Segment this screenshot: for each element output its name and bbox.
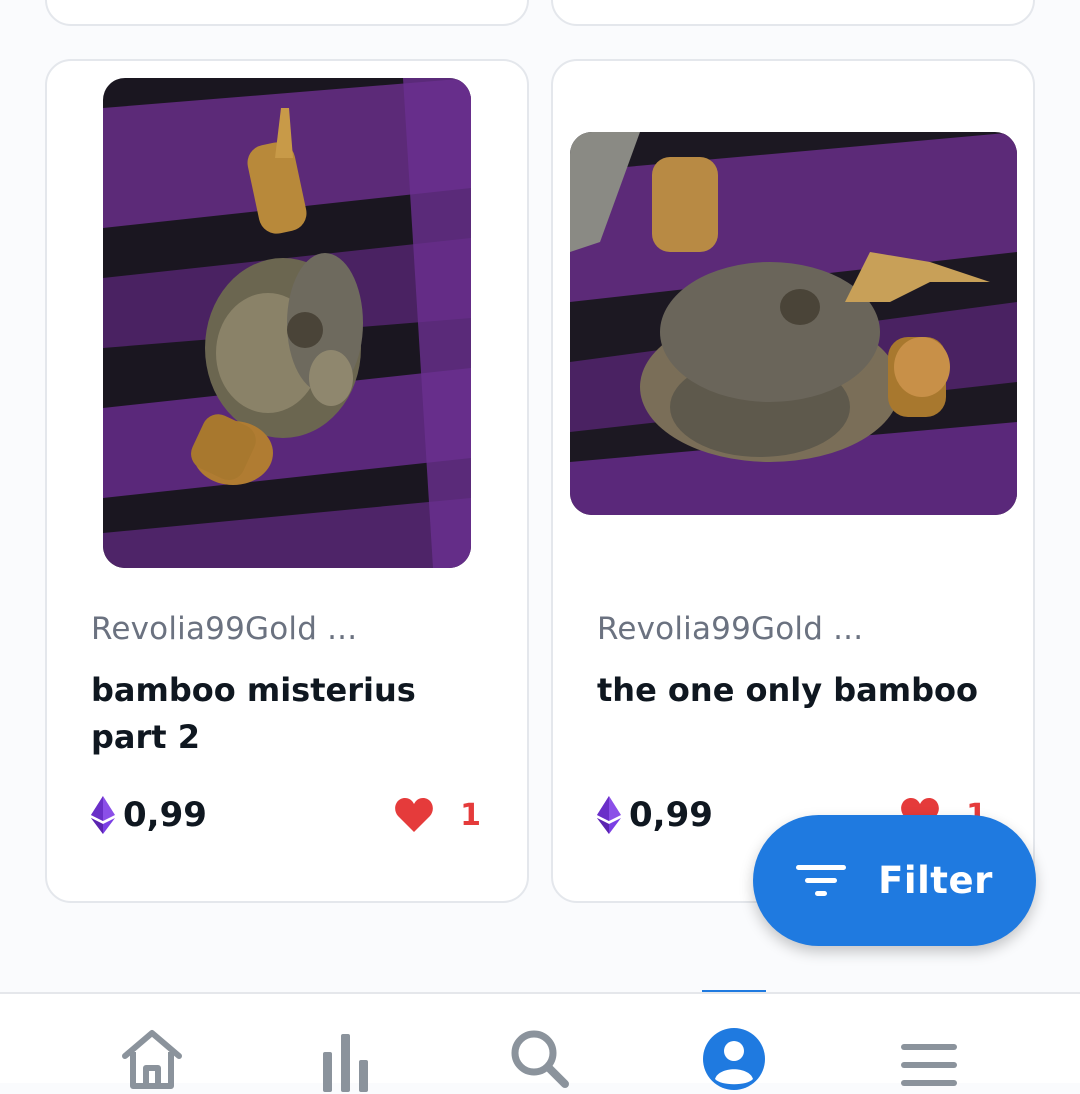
nft-card[interactable]: Revolia99Gold ... bamboo misterius part … [45,59,529,903]
nav-menu[interactable] [893,1024,963,1094]
filter-button[interactable]: Filter [753,815,1036,946]
profile-icon[interactable] [699,1024,769,1094]
nft-title: the one only bamboo [597,671,978,709]
owner-name[interactable]: Revolia99Gold ... [91,611,357,647]
nft-card[interactable]: Revolia99Gold ... the one only bamboo 0,… [551,59,1035,903]
like-count: 1 [460,797,481,833]
price: 0,99 [123,795,207,835]
price-row: 0,99 [91,795,207,835]
search-icon[interactable] [505,1024,575,1094]
nav-home[interactable] [117,1024,187,1094]
menu-icon[interactable] [893,1024,963,1094]
heart-icon[interactable] [394,797,434,833]
ethereum-icon [91,796,115,834]
nav-profile[interactable] [699,1024,769,1094]
nft-image[interactable] [570,132,1017,515]
price: 0,99 [629,795,713,835]
previous-card-right[interactable] [551,0,1035,26]
like-button[interactable]: 1 [394,797,481,833]
nft-title: bamboo misterius part 2 [91,671,416,756]
nav-search[interactable] [505,1024,575,1094]
stats-icon[interactable] [311,1024,381,1094]
filter-icon [796,864,847,896]
home-icon[interactable] [117,1024,187,1094]
filter-label: Filter [878,859,993,902]
nft-image[interactable] [103,78,471,568]
owner-name[interactable]: Revolia99Gold ... [597,611,863,647]
ethereum-icon [597,796,621,834]
price-row: 0,99 [597,795,713,835]
previous-card-left[interactable] [45,0,529,26]
bottom-navigation [0,992,1080,1092]
nav-stats[interactable] [311,1024,381,1094]
